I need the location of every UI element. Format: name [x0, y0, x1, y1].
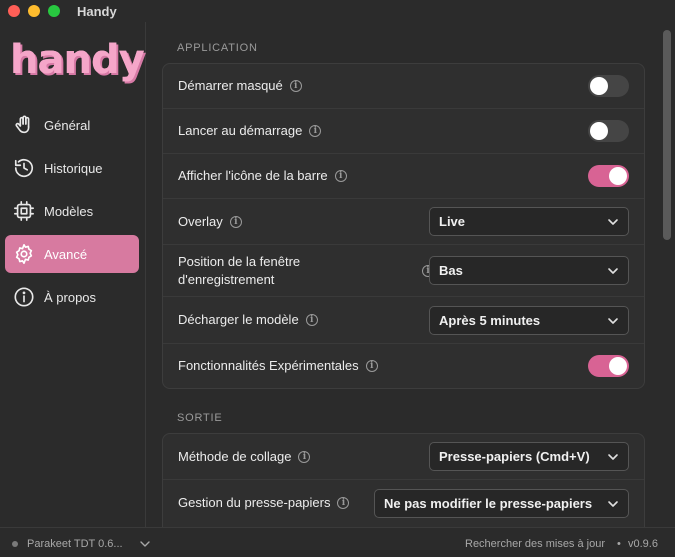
sidebar-item-history[interactable]: Historique	[5, 149, 139, 187]
setting-label: Fonctionnalités Expérimentales i	[178, 357, 378, 375]
sidebar-item-label: Général	[44, 117, 91, 133]
hand-icon	[12, 113, 36, 137]
launch-startup-toggle[interactable]	[588, 120, 629, 142]
window-title: Handy	[77, 3, 117, 19]
scrollbar-thumb[interactable]	[663, 30, 671, 240]
chevron-down-icon[interactable]	[140, 540, 150, 548]
sidebar-nav: Général Historique Modèles Avancé À prop…	[5, 106, 139, 321]
version-label: v0.9.6	[628, 538, 658, 550]
setting-label: Méthode de collage i	[178, 448, 311, 466]
title-bar: Handy	[0, 0, 675, 22]
info-icon[interactable]: i	[289, 80, 302, 92]
info-icon[interactable]: i	[334, 170, 347, 182]
setting-label-text: Gestion du presse-papiers	[178, 495, 331, 510]
logo-text: handy	[10, 37, 145, 83]
paste-method-select[interactable]: Presse-papiers (Cmd+V)	[429, 442, 629, 471]
section-title-application: APPLICATION	[177, 42, 258, 54]
sidebar-item-advanced[interactable]: Avancé	[5, 235, 139, 273]
sidebar-item-label: Historique	[44, 160, 103, 176]
setting-row-recording-window: Position de la fenêtre d'enregistrement …	[163, 245, 644, 297]
select-value: Live	[439, 214, 466, 229]
setting-label: Décharger le modèle i	[178, 311, 318, 329]
info-circle-icon	[12, 285, 36, 309]
tray-icon-toggle[interactable]	[588, 165, 629, 187]
sidebar: handy Général Historique Modèles Avancé …	[0, 22, 146, 527]
toggle-knob	[590, 122, 608, 140]
sidebar-item-general[interactable]: Général	[5, 106, 139, 144]
output-card: Méthode de collage i Presse-papiers (Cmd…	[162, 433, 645, 527]
toggle-knob	[609, 357, 627, 375]
application-card: Démarrer masqué i Lancer au démarrage i …	[162, 63, 645, 389]
check-updates-link[interactable]: Rechercher des mises à jour	[465, 538, 605, 550]
setting-label-text: Afficher l'icône de la barre	[178, 168, 328, 183]
recording-window-select[interactable]: Bas	[429, 256, 629, 285]
sidebar-item-about[interactable]: À propos	[5, 278, 139, 316]
setting-label-line: d'enregistrement	[178, 271, 275, 287]
maximize-window-button[interactable]	[48, 5, 60, 17]
app-logo: handy	[10, 36, 145, 84]
setting-row-launch-startup: Lancer au démarrage i	[163, 109, 644, 154]
select-value: Après 5 minutes	[439, 312, 541, 328]
close-window-button[interactable]	[8, 5, 20, 17]
chevron-down-icon	[608, 219, 618, 225]
settings-panel: APPLICATION Démarrer masqué i Lancer au …	[147, 22, 675, 527]
setting-label-line: Position de la fenêtre	[178, 253, 301, 269]
model-selector-label[interactable]: Parakeet TDT 0.6...	[27, 538, 123, 550]
setting-label-text: Méthode de collage	[178, 448, 292, 464]
setting-label-text: Décharger le modèle	[178, 312, 299, 327]
window-controls	[8, 5, 60, 17]
info-icon[interactable]: i	[309, 125, 322, 137]
chevron-down-icon	[608, 454, 618, 460]
setting-row-tray-icon: Afficher l'icône de la barre i	[163, 154, 644, 199]
setting-row-start-hidden: Démarrer masqué i	[163, 64, 644, 109]
setting-label-text: Overlay	[178, 213, 223, 229]
select-value: Ne pas modifier le presse-papiers	[384, 495, 593, 511]
clipboard-select[interactable]: Ne pas modifier le presse-papiers	[374, 488, 629, 518]
sidebar-item-label: Avancé	[44, 246, 88, 262]
start-hidden-toggle[interactable]	[588, 75, 629, 97]
history-icon	[12, 156, 36, 180]
sidebar-item-models[interactable]: Modèles	[5, 192, 139, 230]
app-window: Handy handy Général Historique Modèles A…	[0, 0, 675, 557]
model-status-dot	[12, 541, 18, 547]
minimize-window-button[interactable]	[28, 5, 40, 17]
setting-label: Overlay i	[178, 213, 242, 231]
footer-separator: •	[617, 538, 621, 550]
experimental-toggle[interactable]	[588, 355, 629, 377]
overlay-select[interactable]: Live	[429, 207, 629, 236]
select-value: Bas	[439, 263, 463, 278]
setting-label-text: Démarrer masqué	[178, 78, 283, 93]
gear-icon	[12, 242, 36, 266]
setting-label: Lancer au démarrage i	[178, 122, 322, 140]
setting-label: Position de la fenêtre d'enregistrement	[178, 253, 418, 289]
info-icon[interactable]: i	[305, 314, 318, 326]
section-title-output: SORTIE	[177, 412, 223, 424]
sidebar-item-label: Modèles	[44, 203, 94, 219]
info-icon[interactable]: i	[298, 450, 311, 463]
setting-label: Afficher l'icône de la barre i	[178, 167, 347, 185]
setting-row-unload-model: Décharger le modèle i Après 5 minutes	[163, 297, 644, 344]
setting-row-overlay: Overlay i Live	[163, 199, 644, 245]
setting-label-text: Fonctionnalités Expérimentales	[178, 358, 359, 373]
toggle-knob	[609, 167, 627, 185]
chevron-down-icon	[608, 317, 618, 324]
select-value: Presse-papiers (Cmd+V)	[439, 449, 590, 464]
chip-icon	[12, 199, 36, 223]
setting-label: Démarrer masqué i	[178, 77, 302, 95]
setting-label-text: Lancer au démarrage	[178, 123, 303, 138]
setting-row-clipboard: Gestion du presse-papiers i Ne pas modif…	[163, 480, 644, 526]
setting-row-paste-method: Méthode de collage i Presse-papiers (Cmd…	[163, 434, 644, 480]
unload-model-select[interactable]: Après 5 minutes	[429, 305, 629, 335]
info-icon[interactable]: i	[365, 360, 378, 372]
chevron-down-icon	[608, 500, 618, 507]
info-icon[interactable]: i	[337, 497, 350, 509]
chevron-down-icon	[608, 268, 618, 274]
status-bar: Parakeet TDT 0.6... Rechercher des mises…	[0, 527, 675, 557]
setting-row-experimental: Fonctionnalités Expérimentales i	[163, 344, 644, 388]
toggle-knob	[590, 77, 608, 95]
info-icon[interactable]: i	[229, 215, 242, 228]
setting-label: Gestion du presse-papiers i	[178, 494, 350, 512]
sidebar-item-label: À propos	[44, 289, 97, 305]
